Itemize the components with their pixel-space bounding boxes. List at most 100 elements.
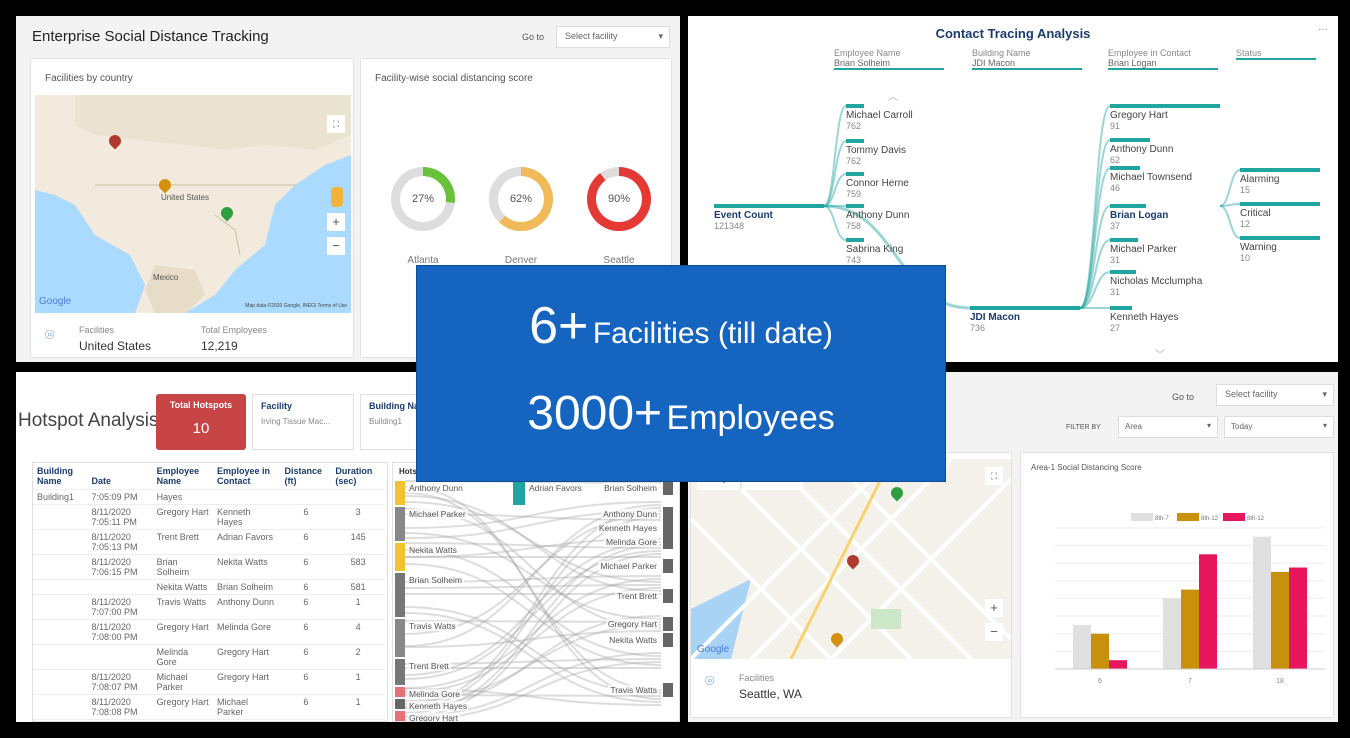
table-cell: 6: [280, 719, 332, 721]
x-tick-label: 6: [1098, 678, 1102, 685]
tree-node-contact[interactable]: Brian Logan 37: [1110, 204, 1220, 232]
table-cell: Michael Parker: [152, 669, 214, 695]
table-row[interactable]: 8/11/2020 7:05:13 PM Trent Brett Adrian Fa…: [33, 529, 385, 555]
q3-title: Hotspot Analysis: [18, 410, 159, 431]
sankey-source-label[interactable]: Trent Brett: [407, 661, 451, 671]
tree-node-status[interactable]: Critical 12: [1240, 202, 1320, 230]
scroll-down-icon[interactable]: ﹀: [1155, 346, 1165, 361]
table-row[interactable]: 8/11/2020 7:08:07 PM Michael Parker Gregor…: [33, 669, 385, 695]
tree-node-employee[interactable]: Anthony Dunn 758: [846, 204, 946, 232]
facility-filter-label: Facility: [261, 401, 293, 411]
sankey-target-label[interactable]: Nekita Watts: [607, 635, 659, 645]
tree-node-value: 91: [1110, 121, 1121, 131]
sankey-middle-node: [513, 481, 525, 505]
sankey-middle-label[interactable]: Adrian Favors: [527, 483, 584, 493]
tree-node-root[interactable]: Event Count 121348: [714, 204, 824, 232]
facilities-stat-text: Facilities (till date): [592, 317, 833, 350]
tree-node-contact[interactable]: Gregory Hart 91: [1110, 104, 1220, 132]
tree-node-value: 62: [1110, 155, 1121, 165]
fullscreen-icon[interactable]: ⛶: [327, 115, 345, 133]
country-map[interactable]: United States Mexico + − ⛶ Google Map da…: [35, 95, 351, 313]
q4-select-facility-dropdown[interactable]: Select facility ▾: [1216, 384, 1334, 406]
tree-node-employee[interactable]: Michael Carroll 762: [846, 104, 946, 132]
sankey-source-label[interactable]: Nekita Watts: [407, 545, 459, 555]
sankey-source-label[interactable]: Travis Watts: [407, 621, 458, 631]
table-cell: Kenneth Hayes: [213, 719, 281, 721]
table-header-cell[interactable]: Employee Name: [153, 463, 213, 490]
table-cell: Hayes: [152, 489, 214, 505]
zoom-in-button[interactable]: +: [327, 213, 345, 231]
facilities-stat: 6+ Facilities (till date): [417, 296, 945, 356]
sankey-source-label[interactable]: Michael Parker: [407, 509, 468, 519]
table-header-cell[interactable]: Employee in Contact: [213, 463, 281, 490]
q4-zoom-out-button[interactable]: −: [985, 623, 1003, 641]
tree-node-contact[interactable]: Anthony Dunn 62: [1110, 138, 1220, 166]
score-donut-2[interactable]: 90%: [587, 167, 651, 231]
tree-node-employee[interactable]: Sabrina King 743: [846, 238, 946, 266]
sankey-target-node: [663, 633, 673, 647]
table-row[interactable]: Building1 7:05:09 PM Hayes: [33, 489, 385, 505]
sankey-source-label[interactable]: Brian Solheim: [407, 575, 464, 585]
q4-goto-button[interactable]: Go to: [1172, 392, 1194, 402]
sankey-target-label[interactable]: Brian Solheim: [602, 483, 659, 493]
tree-node-contact[interactable]: Kenneth Hayes 27: [1110, 306, 1220, 334]
tree-node-employee[interactable]: Tommy Davis 762: [846, 139, 946, 167]
q4-select-facility-value: Select facility: [1225, 389, 1278, 399]
table-header-cell[interactable]: Distance (ft): [281, 463, 332, 490]
tree-link: [1219, 169, 1241, 207]
q4-zoom-in-button[interactable]: +: [985, 599, 1003, 617]
tree-node-contact[interactable]: Michael Parker 31: [1110, 238, 1220, 266]
chart-bar: [1181, 589, 1199, 669]
pegman-icon[interactable]: [331, 187, 343, 207]
table-row[interactable]: 8/11/2020 7:08:08 PM Gregory Hart Michael …: [33, 694, 385, 720]
table-header-cell[interactable]: Date: [88, 463, 153, 490]
sankey-target-label[interactable]: Gregory Hart: [605, 619, 659, 629]
table-cell: 8/11/2020 7:08:08 PM: [87, 694, 153, 720]
sankey-target-label[interactable]: Travis Watts: [608, 685, 659, 695]
table-row[interactable]: Nekita Watts Brian Solheim 6 581: [33, 579, 385, 595]
tree-node-status[interactable]: Warning 10: [1240, 236, 1320, 264]
table-row[interactable]: 8/11/2020 7:08:13 PMTravis WattsKenneth …: [33, 719, 385, 721]
scroll-up-icon[interactable]: ︿: [888, 88, 898, 103]
tree-node-name: Event Count: [714, 210, 773, 221]
facility-filter[interactable]: Facility Irving Tissue Mac...: [252, 394, 354, 450]
zoom-out-button[interactable]: −: [327, 237, 345, 255]
tree-node-status[interactable]: Alarming 15: [1240, 168, 1320, 196]
table-row[interactable]: 8/11/2020 7:05:11 PM Gregory Hart Kenneth …: [33, 504, 385, 530]
sankey-target-label[interactable]: Kenneth Hayes: [596, 523, 659, 533]
table-header-cell[interactable]: Building Name: [33, 463, 88, 490]
tree-node-contact[interactable]: Nicholas Mcclumpha 31: [1110, 270, 1220, 298]
sankey-target-label[interactable]: Melinda Gore: [603, 537, 659, 547]
sankey-source-label[interactable]: Melinda Gore: [407, 689, 463, 699]
sankey-target-label[interactable]: Anthony Dunn: [601, 509, 659, 519]
date-filter-dropdown[interactable]: Today ▾: [1224, 416, 1334, 438]
table-row[interactable]: 8/11/2020 7:08:00 PM Gregory Hart Melinda …: [33, 619, 385, 645]
sankey-target-label[interactable]: Michael Parker: [598, 561, 659, 571]
street-map[interactable]: Map Satellite + − ⛶ Google: [691, 459, 1011, 659]
table-header-cell[interactable]: Duration (sec): [331, 463, 385, 490]
select-facility-dropdown[interactable]: Select facility ▾: [556, 26, 670, 48]
tree-node-bar: [1110, 138, 1150, 142]
area-filter-dropdown[interactable]: Area ▾: [1118, 416, 1218, 438]
q4-fullscreen-icon[interactable]: ⛶: [985, 467, 1003, 485]
tree-node-building[interactable]: JDI Macon 736: [970, 306, 1080, 334]
hotspot-table: Building Name Date Employee Name Employee i…: [33, 463, 385, 721]
sankey-target-label[interactable]: Trent Brett: [615, 591, 659, 601]
table-row[interactable]: Melinda Gore Gregory Hart 6 2: [33, 644, 385, 670]
total-employees-value: 12,219: [201, 339, 238, 353]
score-donut-1[interactable]: 62%: [489, 167, 553, 231]
sankey-source-label[interactable]: Anthony Dunn: [407, 483, 465, 493]
table-cell: [213, 489, 281, 505]
tree-node-contact[interactable]: Michael Townsend 46: [1110, 166, 1220, 194]
table-cell: [33, 669, 88, 695]
table-cell: 8/11/2020 7:05:11 PM: [87, 504, 153, 530]
table-row[interactable]: 8/11/2020 7:07:00 PM Travis Watts Anthony …: [33, 594, 385, 620]
score-donut-0[interactable]: 27%: [391, 167, 455, 231]
chart-bar: [1091, 633, 1109, 669]
tree-node-employee[interactable]: Connor Herne 759: [846, 172, 946, 200]
sankey-source-label[interactable]: Kenneth Hayes: [407, 701, 470, 711]
sankey-source-label[interactable]: Gregory Hart: [407, 713, 461, 721]
sankey-source-node: [395, 659, 405, 685]
goto-button[interactable]: Go to: [522, 32, 544, 42]
table-row[interactable]: 8/11/2020 7:06:15 PM Brian Solheim Nekita …: [33, 554, 385, 580]
